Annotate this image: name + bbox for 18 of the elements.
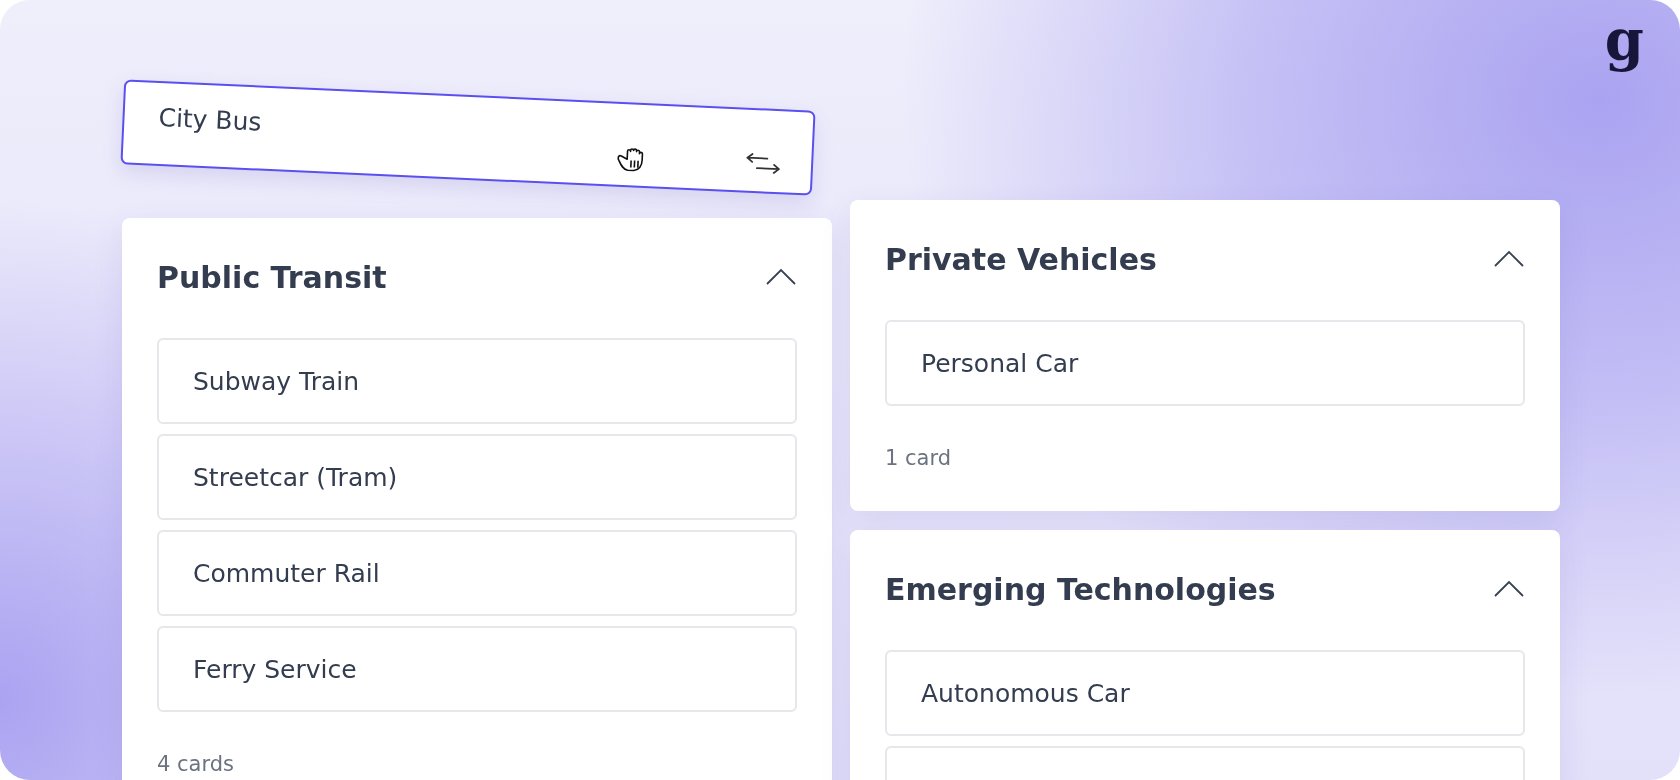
- card-label: City Bus: [157, 102, 263, 137]
- task-card[interactable]: Subway Train: [157, 338, 797, 424]
- card-count: 1 card: [885, 445, 953, 472]
- chevron-icon: [1493, 250, 1525, 268]
- task-card[interactable]: Personal Car: [885, 320, 1525, 406]
- dragged-card[interactable]: City Bus: [120, 79, 816, 196]
- grab-hand-icon: [614, 145, 646, 174]
- chevron-icon: [765, 268, 797, 286]
- column-title: Emerging Technologies: [885, 571, 1276, 607]
- task-card[interactable]: Streetcar (Tram): [157, 434, 797, 520]
- card-count: 4 cards: [157, 751, 235, 778]
- column-title: Public Transit: [157, 259, 387, 295]
- task-card[interactable]: Ferry Service: [157, 626, 797, 712]
- task-card[interactable]: Commuter Rail: [157, 530, 797, 616]
- swap-arrows-icon: [744, 151, 782, 176]
- task-card[interactable]: Autonomous Car: [885, 650, 1525, 736]
- column-title: Private Vehicles: [885, 241, 1157, 277]
- chevron-icon: [1493, 580, 1525, 598]
